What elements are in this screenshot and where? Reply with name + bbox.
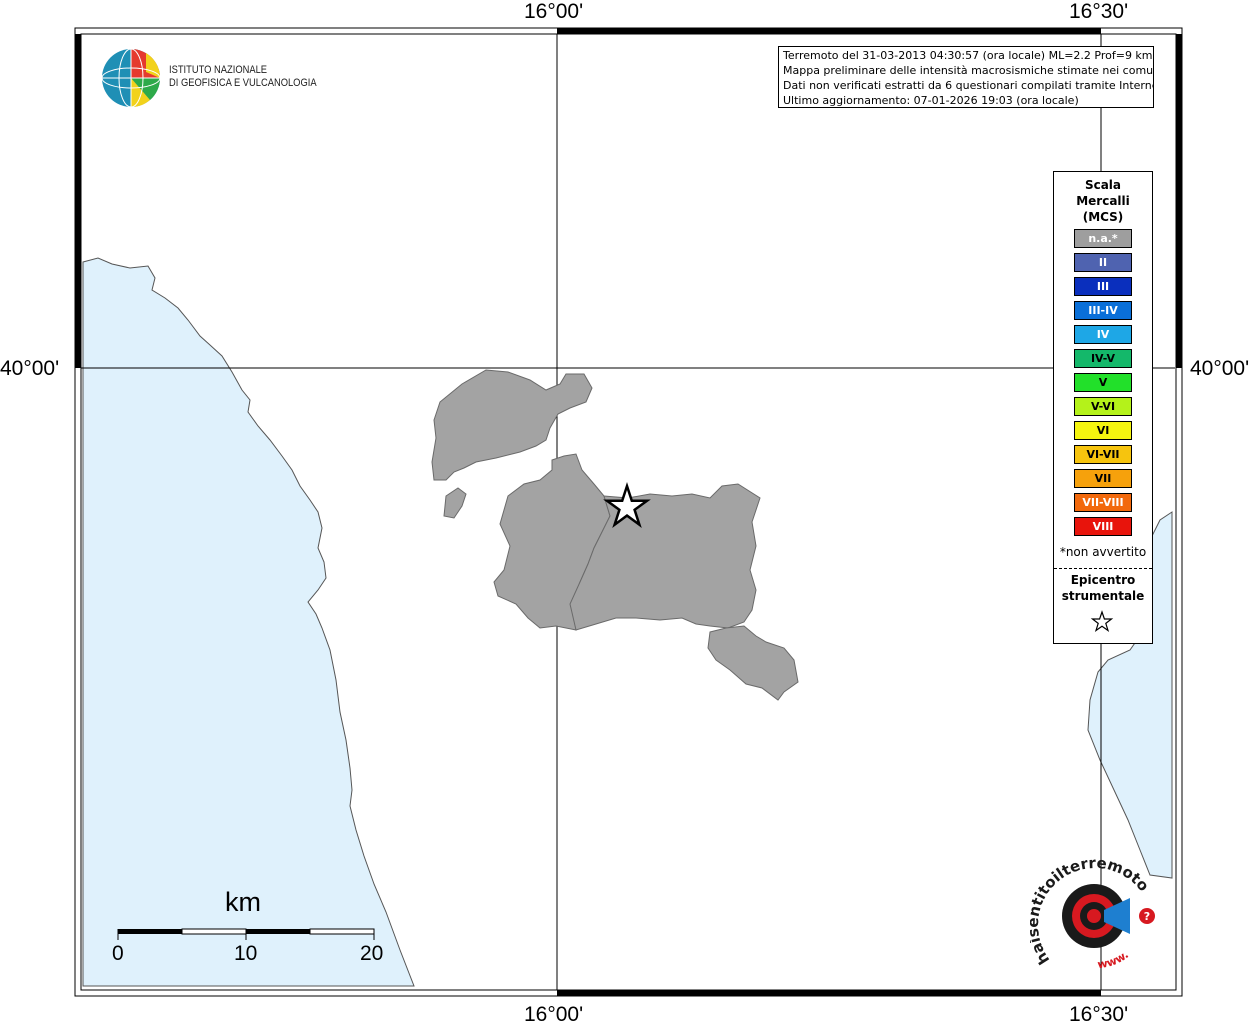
event-info-line3: Dati non verificati estratti da 6 questi… <box>783 79 1154 92</box>
sea-left <box>82 257 415 987</box>
ingv-logo-line2: DI GEOFISICA E VULCANOLOGIA <box>169 77 317 89</box>
legend-class-vii-viii: VII-VIII <box>1074 493 1132 512</box>
svg-text:www.: www. <box>1097 948 1131 971</box>
legend-class-n-a: n.a.* <box>1074 229 1132 248</box>
legend-epicenter-line1: Epicentro <box>1070 573 1136 587</box>
mcs-legend: Scala Mercalli (MCS) n.a.* II III III-IV IV I… <box>1053 171 1153 644</box>
legend-class-vi-vii: VI-VII <box>1074 445 1132 464</box>
legend-class-ii: II <box>1074 253 1132 272</box>
ingv-logo-text: ISTITUTO NAZIONALE DI GEOFISICA E VULCAN… <box>169 64 317 90</box>
legend-class-vi: VI <box>1074 421 1132 440</box>
legend-class-viii: VIII <box>1074 517 1132 536</box>
scale-tick-0: 0 <box>112 942 124 965</box>
ingv-logo-icon <box>101 48 161 108</box>
legend-class-iv-v: IV-V <box>1074 349 1132 368</box>
event-info-line2: Mappa preliminare delle intensità macros… <box>783 64 1154 77</box>
lon-label-bottom-16-30: 16°30' <box>1069 1003 1129 1026</box>
legend-title-line3: (MCS) <box>1082 210 1124 224</box>
lon-label-bottom-16-00: 16°00' <box>524 1003 584 1026</box>
lat-label-left: 40°00' <box>0 357 60 380</box>
event-info-line4: Ultimo aggiornamento: 07-01-2026 19:03 (… <box>783 94 1079 107</box>
legend-star-icon <box>1090 610 1114 633</box>
scale-tick-20: 20 <box>360 942 384 965</box>
municipality-islet <box>443 487 467 519</box>
legend-title-line1: Scala <box>1084 178 1122 192</box>
legend-epicenter-line2: strumentale <box>1061 589 1145 603</box>
municipality-southeast <box>707 625 799 701</box>
legend-class-iii: III <box>1074 277 1132 296</box>
scale-tick-10: 10 <box>234 942 258 965</box>
event-info-line1: Terremoto del 31-03-2013 04:30:57 (ora l… <box>783 49 1153 62</box>
ingv-logo-line1: ISTITUTO NAZIONALE <box>169 64 268 76</box>
haisentito-www: www. <box>1097 948 1131 971</box>
haisentito-text: haisentitoilterremoto.it <box>1030 850 1153 968</box>
legend-epicenter-label: Epicentro strumentale <box>1054 572 1152 604</box>
svg-text:haisentitoilterremoto.it: haisentitoilterremoto.it <box>1030 850 1153 968</box>
legend-class-v: V <box>1074 373 1132 392</box>
haisentito-logo-text: haisentitoilterremoto.it www. <box>1030 850 1153 971</box>
legend-title: Scala Mercalli (MCS) <box>1054 177 1152 225</box>
lon-label-top-16-00: 16°00' <box>524 0 584 23</box>
lat-label-right: 40°00' <box>1190 357 1250 380</box>
legend-class-vii: VII <box>1074 469 1132 488</box>
legend-title-line2: Mercalli <box>1076 194 1130 208</box>
scale-unit: km <box>225 887 261 917</box>
legend-class-v-vi: V-VI <box>1074 397 1132 416</box>
legend-note: *non avvertito <box>1059 545 1147 559</box>
lon-label-top-16-30: 16°30' <box>1069 0 1129 23</box>
legend-divider <box>1054 568 1152 569</box>
legend-class-iii-iv: III-IV <box>1074 301 1132 320</box>
legend-class-iv: IV <box>1074 325 1132 344</box>
event-info-box: Terremoto del 31-03-2013 04:30:57 (ora l… <box>778 46 1154 108</box>
